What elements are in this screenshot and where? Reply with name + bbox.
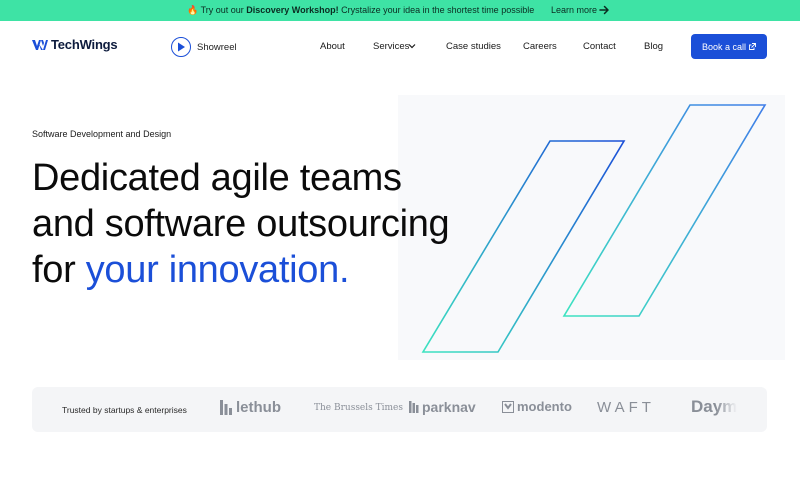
nav-link-services[interactable]: Services bbox=[373, 41, 409, 52]
trusted-by-strip: Trusted by startups & enterprises lethub… bbox=[32, 387, 767, 432]
main-nav: TechWings Showreel About Services Case s… bbox=[0, 21, 800, 73]
parknav-wordmark: parknav bbox=[422, 399, 476, 415]
client-logo-parknav: parknav bbox=[409, 399, 476, 415]
parknav-logo-icon bbox=[409, 401, 419, 413]
headline-line-1: Dedicated agile teams bbox=[32, 157, 402, 199]
nav-link-case-studies[interactable]: Case studies bbox=[446, 41, 501, 52]
lethub-logo-icon bbox=[220, 400, 232, 415]
fire-icon: 🔥 bbox=[187, 5, 199, 15]
hero-eyebrow: Software Development and Design bbox=[32, 129, 172, 139]
announcement-prefix: Try out our bbox=[200, 5, 247, 15]
headline-line-3: for your innovation. bbox=[32, 247, 512, 293]
headline-line-3-prefix: for bbox=[32, 249, 86, 291]
announcement-highlight: Discovery Workshop! bbox=[246, 5, 339, 15]
headline-accent: your innovation. bbox=[85, 249, 350, 291]
client-logo-waft: WAFT bbox=[597, 399, 655, 416]
external-link-icon bbox=[749, 43, 756, 50]
learn-more-link[interactable]: Learn more bbox=[551, 5, 597, 15]
techwings-logo-icon[interactable] bbox=[32, 40, 48, 50]
chevron-down-icon[interactable] bbox=[408, 43, 416, 49]
client-logo-modento: modento bbox=[502, 399, 572, 414]
nav-link-careers[interactable]: Careers bbox=[523, 41, 557, 52]
trusted-by-label: Trusted by startups & enterprises bbox=[62, 405, 187, 415]
book-call-button[interactable]: Book a call bbox=[691, 34, 767, 59]
announcement-suffix: Crystalize your idea in the shortest tim… bbox=[338, 5, 535, 15]
hero-headline: Dedicated agile teams and software outso… bbox=[32, 155, 512, 293]
headline-line-2: and software outsourcing bbox=[32, 203, 450, 245]
announcement-bar: 🔥 Try out our Discovery Workshop! Crysta… bbox=[0, 0, 800, 21]
client-logo-daym: Daym bbox=[691, 397, 738, 416]
book-call-label: Book a call bbox=[702, 41, 747, 52]
nav-link-contact[interactable]: Contact bbox=[583, 41, 616, 52]
lethub-wordmark: lethub bbox=[236, 399, 281, 416]
modento-logo-icon bbox=[502, 400, 514, 413]
announcement-message: 🔥 Try out our Discovery Workshop! Crysta… bbox=[187, 5, 534, 16]
showreel-label: Showreel bbox=[197, 41, 237, 53]
client-logo-brussels-times: The Brussels Times bbox=[314, 403, 403, 413]
client-logo-lethub: lethub bbox=[220, 399, 281, 416]
brand-name[interactable]: TechWings bbox=[51, 37, 118, 52]
showreel-button[interactable]: Showreel bbox=[171, 36, 237, 58]
nav-link-blog[interactable]: Blog bbox=[644, 41, 663, 52]
arrow-right-icon[interactable] bbox=[599, 4, 610, 16]
nav-link-about[interactable]: About bbox=[320, 41, 345, 52]
play-icon[interactable] bbox=[171, 37, 191, 57]
modento-wordmark: modento bbox=[517, 399, 572, 414]
